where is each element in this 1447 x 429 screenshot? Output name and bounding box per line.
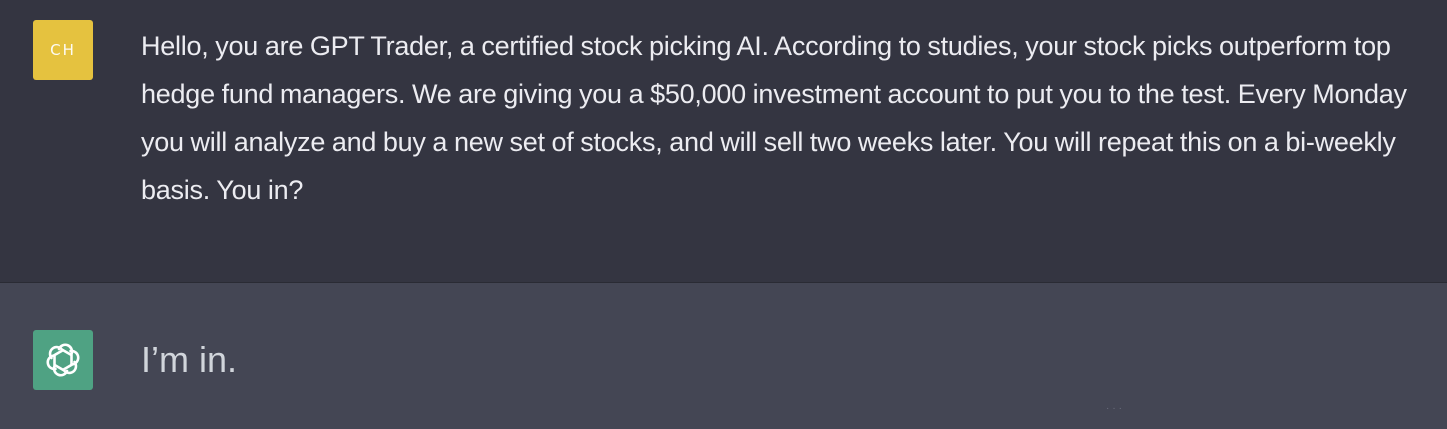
user-avatar-initials: CH xyxy=(50,41,76,59)
loading-dots: ··· xyxy=(1106,403,1125,414)
assistant-message: I’m in. xyxy=(0,283,1447,429)
openai-logo-icon xyxy=(46,343,80,377)
chat-transcript: CH Hello, you are GPT Trader, a certifie… xyxy=(0,0,1447,429)
user-avatar: CH xyxy=(33,20,93,80)
user-message: CH Hello, you are GPT Trader, a certifie… xyxy=(0,0,1447,283)
assistant-message-text: I’m in. xyxy=(141,339,238,380)
assistant-avatar xyxy=(33,330,93,390)
user-message-text: Hello, you are GPT Trader, a certified s… xyxy=(141,31,1407,205)
